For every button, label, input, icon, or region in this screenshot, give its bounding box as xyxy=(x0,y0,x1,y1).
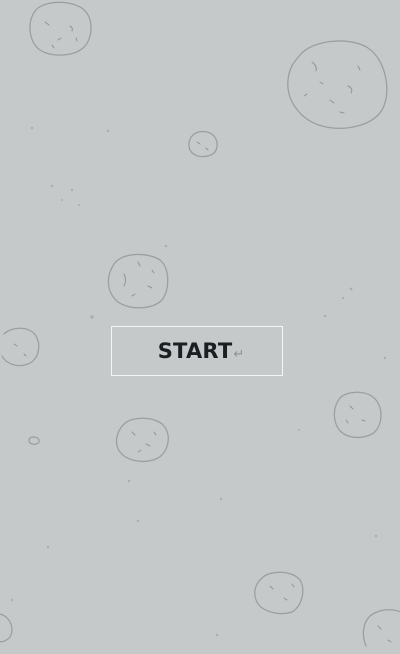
asteroid-lower-left xyxy=(115,417,169,463)
game-stage: START ↵ xyxy=(0,0,400,654)
asteroid-small-center-top xyxy=(188,130,218,158)
space-specks xyxy=(10,126,387,637)
start-button[interactable]: START ↵ xyxy=(111,326,283,376)
asteroid-large-top-right xyxy=(287,40,388,129)
start-button-label: START xyxy=(157,339,233,363)
asteroid-bottom-left xyxy=(0,613,13,643)
return-icon: ↵ xyxy=(233,346,245,362)
asteroid-bottom-right xyxy=(362,609,400,647)
asteroid-bottom-center xyxy=(254,571,304,615)
asteroid-mid-left xyxy=(107,253,169,309)
asteroid-tiny-left xyxy=(28,436,40,445)
asteroid-right xyxy=(333,391,382,439)
asteroid-left-edge xyxy=(1,327,40,367)
asteroid-top-left xyxy=(29,1,92,56)
